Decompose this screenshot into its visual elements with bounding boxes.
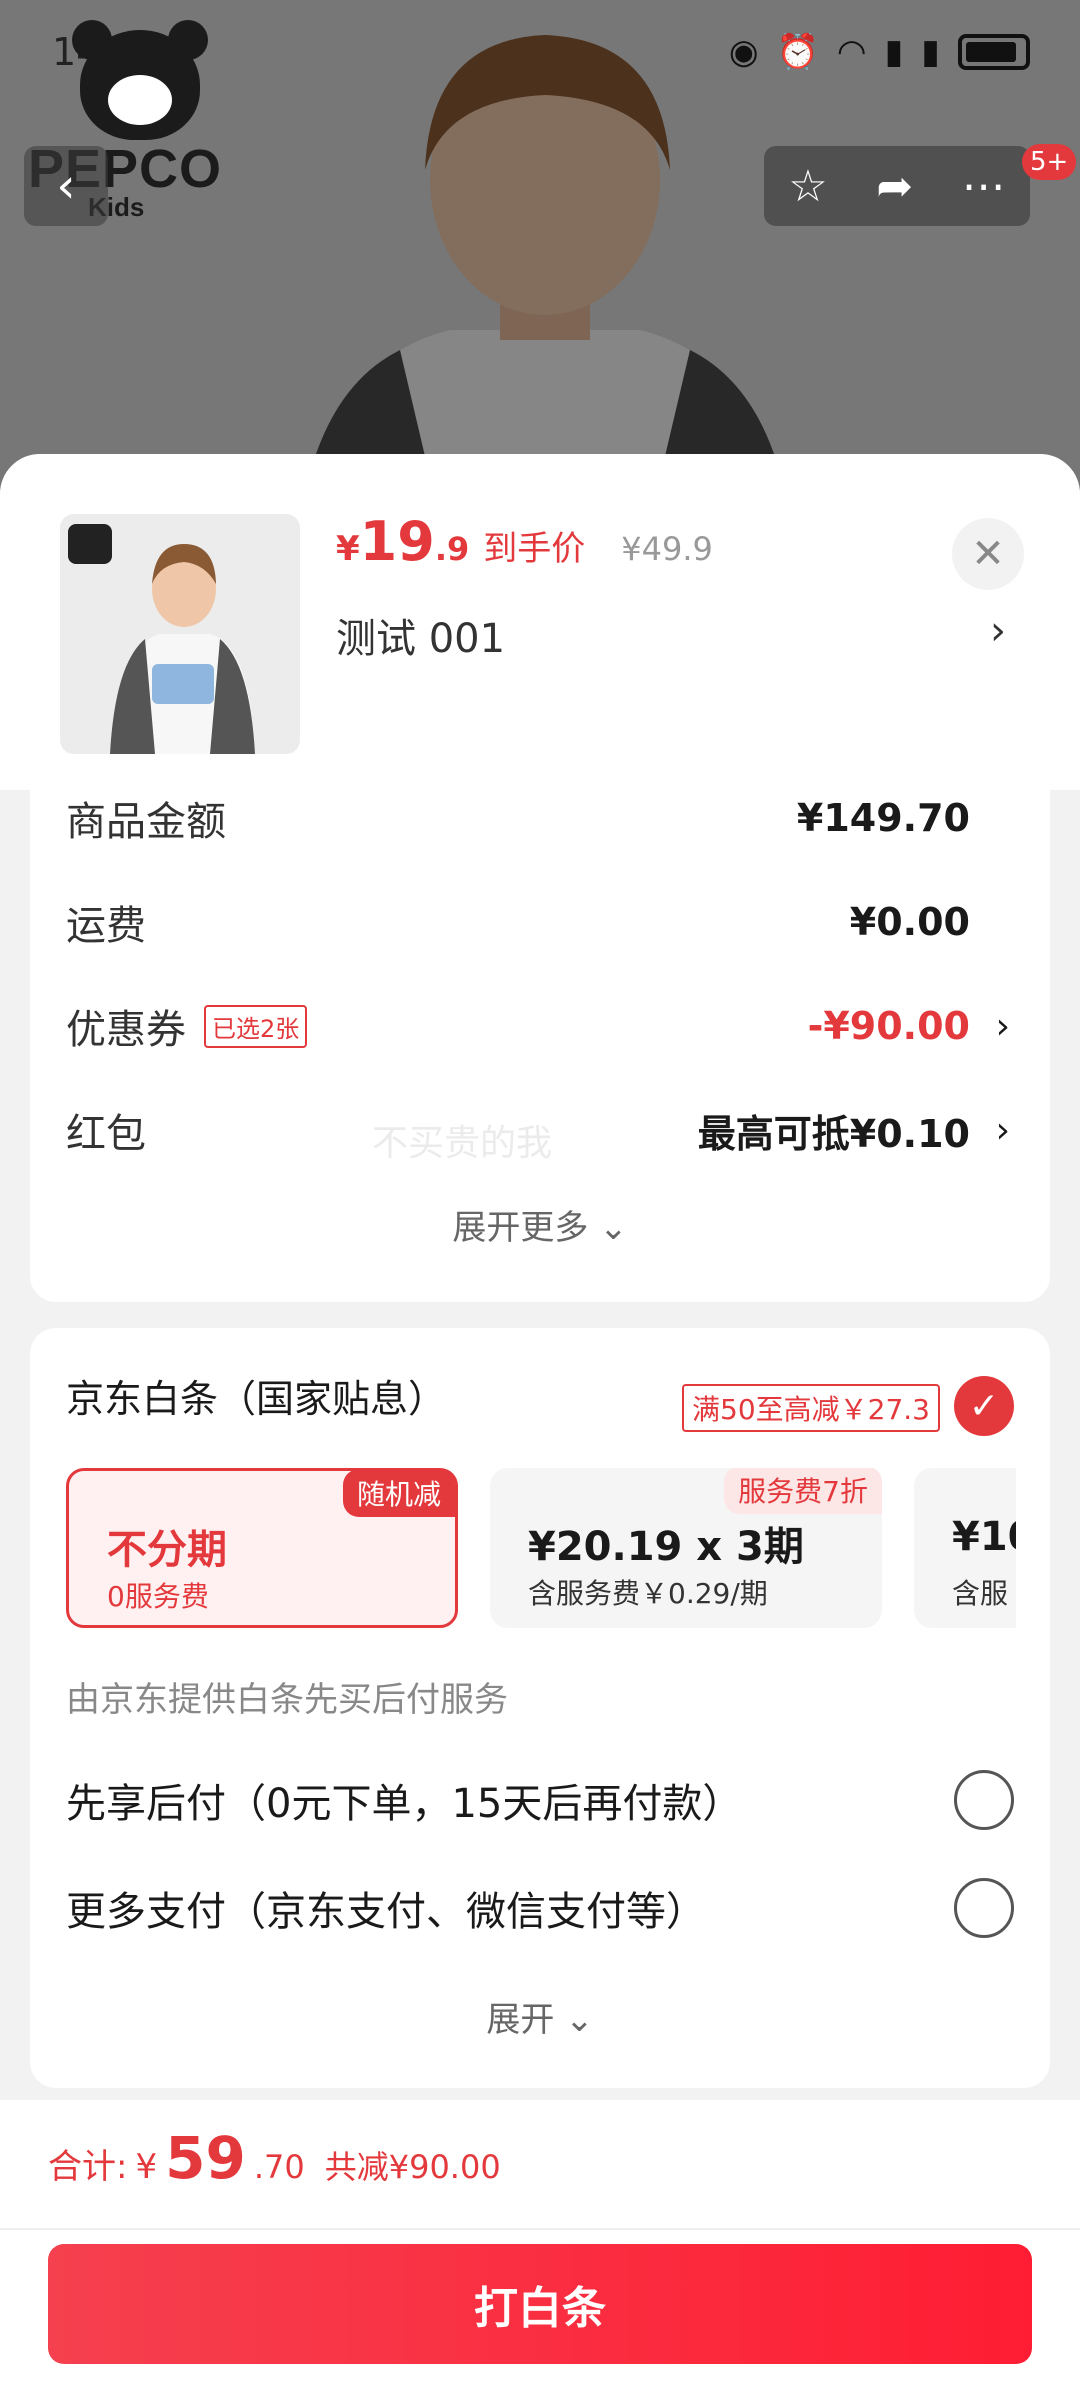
goods-amount-label: 商品金额 (66, 799, 226, 845)
signal-icon-2: ▮ (921, 32, 940, 72)
price-row: ¥19.9 到手价 ¥49.9 (336, 510, 713, 573)
total-integer: 59 (165, 2124, 246, 2192)
more-icon[interactable]: ⋯ (962, 161, 1006, 212)
plan-sub: 含服 (952, 1577, 1009, 1610)
coupon-label: 优惠券 (66, 1007, 186, 1053)
product-thumbnail (60, 514, 300, 754)
battery-icon (958, 34, 1030, 70)
wifi-icon: ◠ (836, 32, 867, 72)
product-hero: 14:3 ◉ ⏰ ◠ ▮ ▮ PEPCO Kids ‹ ☆ ➦ ⋯ 5+ (0, 0, 1080, 520)
chevron-right-icon[interactable]: › (990, 608, 1006, 654)
expand-payment-button[interactable]: 展开 ⌄ (30, 1992, 1050, 2041)
plan-tag: 服务费7折 (724, 1468, 882, 1514)
final-price-label: 到手价 (483, 529, 586, 569)
check-icon: ✓ (968, 1385, 1000, 1427)
shipping-label: 运费 (66, 903, 146, 949)
radio-icon[interactable] (954, 1770, 1014, 1830)
expand-more-button[interactable]: 展开更多 ⌄ (30, 1200, 1050, 1249)
coupon-value: -¥90.00 (807, 1004, 970, 1048)
status-icons: ◉ ⏰ ◠ ▮ ▮ (729, 32, 1030, 72)
plan-sub: 0服务费 (107, 1580, 209, 1613)
close-button[interactable]: ✕ (952, 518, 1024, 590)
divider (0, 2228, 1080, 2230)
redpack-label: 红包 (66, 1111, 146, 1157)
watermark: 不买贵的我 (372, 1123, 553, 1164)
back-button[interactable]: ‹ (24, 146, 108, 226)
signal-icon: ▮ (884, 32, 904, 72)
top-actions: ☆ ➦ ⋯ (764, 146, 1030, 226)
chevron-right-icon: › (995, 1005, 1010, 1047)
final-price: ¥19.9 (336, 510, 470, 573)
baitiao-title: 京东白条（国家贴息） (66, 1377, 447, 1421)
goods-amount-row: 商品金额 ¥149.70 (66, 788, 1010, 848)
plan-more-installments[interactable]: ¥10 含服 (914, 1468, 1016, 1628)
coupon-row[interactable]: 优惠券 已选2张 -¥90.00 › (66, 996, 1010, 1056)
plan-tag: 随机减 (342, 1469, 455, 1517)
total-row: 合计: ¥59.70 共减¥90.00 (48, 2124, 501, 2192)
redpack-value: 最高可抵¥0.10 (697, 1111, 970, 1156)
eye-icon: ◉ (728, 32, 759, 72)
plan-title: ¥10 (952, 1514, 1016, 1560)
shipping-value: ¥0.00 (849, 900, 970, 944)
more-payment-option[interactable]: 更多支付（京东支付、微信支付等） (66, 1878, 1014, 1938)
total-decimal: .70 (253, 2148, 305, 2186)
goods-amount-value: ¥149.70 (796, 796, 970, 840)
provider-note: 由京东提供白条先买后付服务 (66, 1680, 508, 1720)
total-currency: ¥ (135, 2147, 158, 2187)
alarm-icon: ⏰ (776, 32, 819, 72)
baitiao-promo: 满50至高减￥27.3 (682, 1384, 940, 1432)
coupon-tag: 已选2张 (204, 1004, 308, 1048)
payment-card: 京东白条（国家贴息） 满50至高减￥27.3 ✓ 随机减 不分期 0服务费 服务… (30, 1328, 1050, 2088)
sheet-header: ¥19.9 到手价 ¥49.9 ✕ 测试 001 › (0, 454, 1080, 790)
baitiao-pay-button[interactable]: 打白条 (48, 2244, 1032, 2364)
radio-icon[interactable] (954, 1878, 1014, 1938)
chevron-left-icon: ‹ (56, 158, 76, 214)
shipping-row: 运费 ¥0.00 (66, 892, 1010, 952)
message-badge: 5+ (1022, 144, 1077, 180)
selected-spec[interactable]: 测试 001 (336, 606, 505, 664)
plan-title: ¥20.19 x 3期 (528, 1524, 804, 1570)
plan-title: 不分期 (107, 1527, 227, 1573)
pay-later-option[interactable]: 先享后付（0元下单，15天后再付款） (66, 1770, 1014, 1830)
more-payment-label: 更多支付（京东支付、微信支付等） (66, 1889, 706, 1935)
star-icon[interactable]: ☆ (788, 161, 827, 212)
baitiao-checkbox[interactable]: ✓ (954, 1376, 1014, 1436)
amount-card: 商品金额 ¥149.70 运费 ¥0.00 优惠券 已选2张 -¥90.00 ›… (30, 790, 1050, 1302)
pay-later-label: 先享后付（0元下单，15天后再付款） (66, 1781, 743, 1827)
total-saved: 共减¥90.00 (324, 2148, 501, 2186)
plan-3-installments[interactable]: 服务费7折 ¥20.19 x 3期 含服务费￥0.29/期 (490, 1468, 882, 1628)
close-icon: ✕ (971, 531, 1005, 577)
installment-plans: 随机减 不分期 0服务费 服务费7折 ¥20.19 x 3期 含服务费￥0.29… (66, 1468, 1016, 1628)
chevron-right-icon: › (995, 1109, 1010, 1151)
original-price: ¥49.9 (621, 530, 713, 568)
bottom-bar: 合计: ¥59.70 共减¥90.00 打白条 (0, 2100, 1080, 2400)
total-label: 合计: (48, 2147, 128, 2187)
share-icon[interactable]: ➦ (876, 161, 913, 212)
plan-no-installment[interactable]: 随机减 不分期 0服务费 (66, 1468, 458, 1628)
plan-sub: 含服务费￥0.29/期 (528, 1577, 768, 1610)
